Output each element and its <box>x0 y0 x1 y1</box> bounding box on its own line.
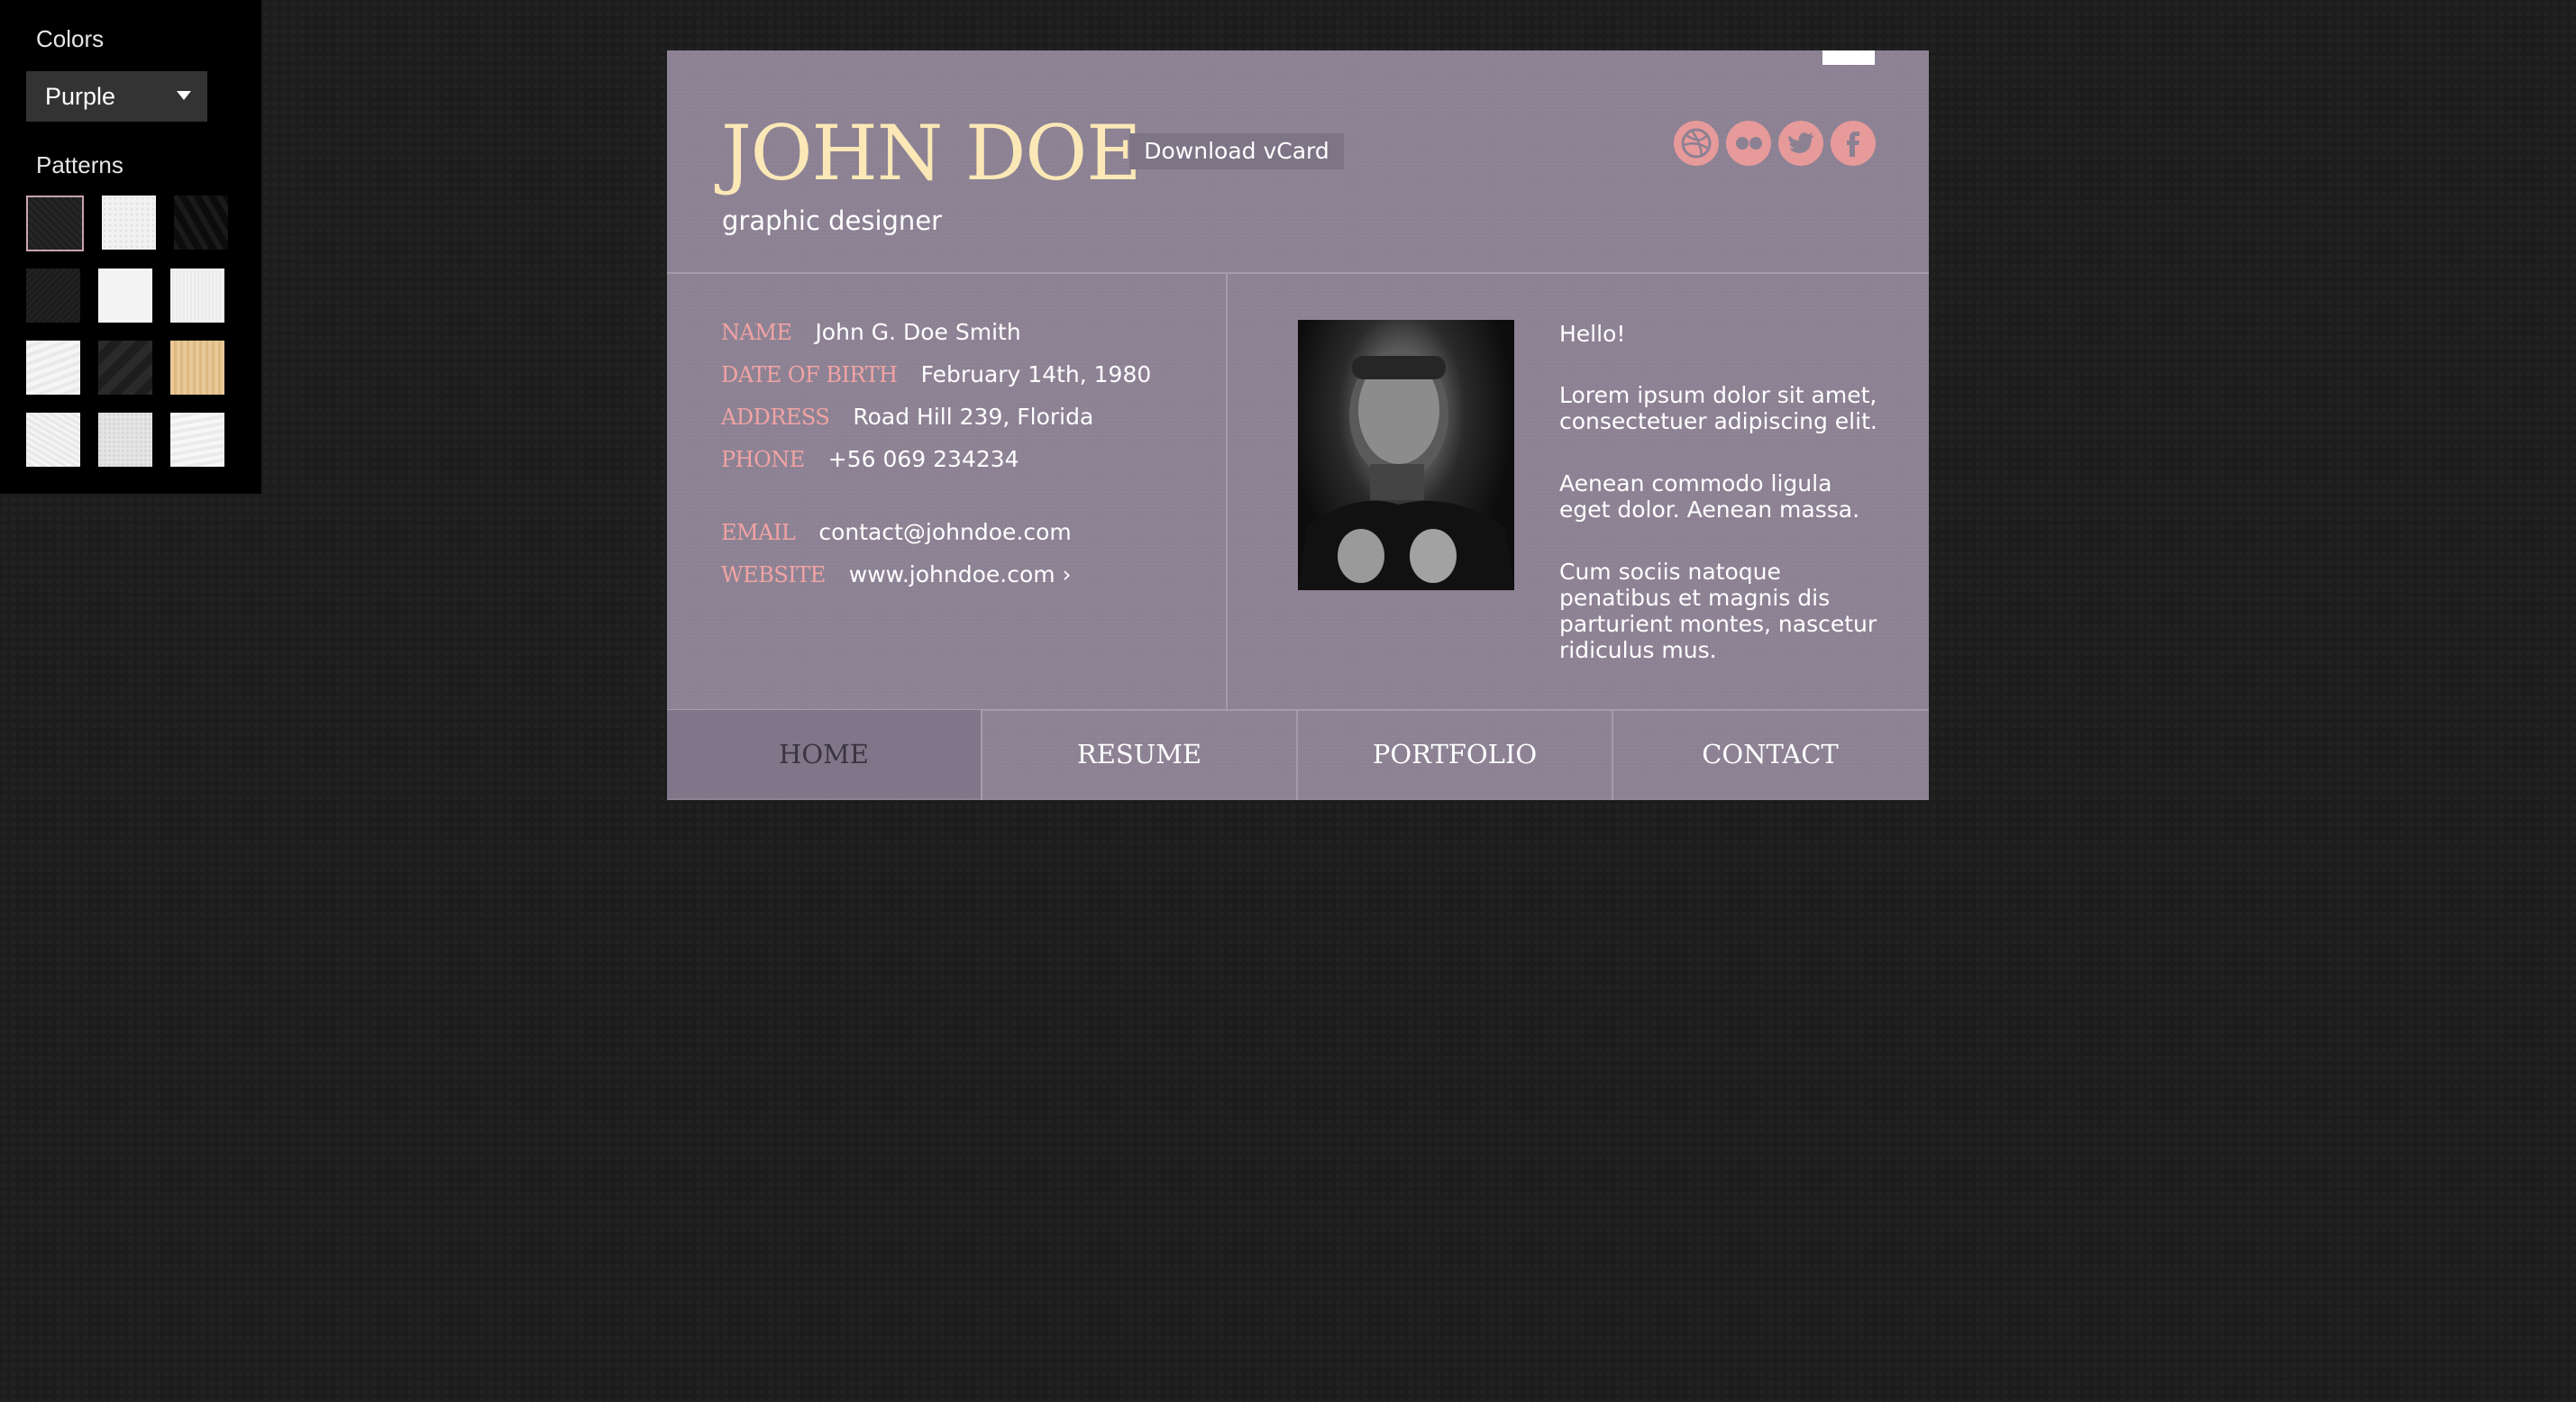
pattern-swatch-light-2[interactable] <box>98 269 152 323</box>
info-value: +56 069 234234 <box>827 446 1019 472</box>
top-tab-marker <box>1822 50 1875 65</box>
nav-home[interactable]: HOME <box>667 710 981 798</box>
pattern-swatch-dark-2[interactable] <box>174 196 228 250</box>
pattern-swatch-light-1[interactable] <box>102 196 156 250</box>
info-row-phone: PHONE +56 069 234234 <box>721 446 1019 472</box>
info-label: DATE OF BIRTH <box>721 362 898 387</box>
website-link[interactable]: www.johndoe.com › <box>849 561 1072 587</box>
info-label: ADDRESS <box>721 405 830 430</box>
nav-portfolio[interactable]: PORTFOLIO <box>1298 710 1612 798</box>
pattern-swatch-dark-3[interactable] <box>26 269 80 323</box>
about-paragraph: Aenean commodo ligula eget dolor. Aenean… <box>1559 470 1860 523</box>
pattern-swatch-light-5[interactable] <box>26 413 80 467</box>
email-link[interactable]: contact@johndoe.com <box>818 519 1071 545</box>
info-label: PHONE <box>721 447 805 472</box>
pattern-swatch-light-7[interactable] <box>170 413 224 467</box>
nav-resume[interactable]: RESUME <box>982 710 1296 798</box>
pattern-swatch-light-4[interactable] <box>26 341 80 395</box>
download-vcard-button[interactable]: Download vCard <box>1129 133 1344 169</box>
info-row-name: NAME John G. Doe Smith <box>721 319 1021 345</box>
info-row-website: WEBSITE www.johndoe.com › <box>721 561 1072 587</box>
patterns-heading: Patterns <box>36 151 123 178</box>
color-select[interactable]: Purple <box>26 71 207 122</box>
colors-heading: Colors <box>36 25 105 52</box>
info-value: February 14th, 1980 <box>920 361 1152 387</box>
info-row-birth: DATE OF BIRTH February 14th, 1980 <box>721 361 1151 387</box>
twitter-icon[interactable] <box>1778 121 1823 166</box>
info-label: EMAIL <box>721 520 796 545</box>
vcard: JOHN DOE graphic designer Download vCard… <box>667 50 1929 800</box>
color-select-value: Purple <box>45 83 116 110</box>
person-role: graphic designer <box>722 205 943 236</box>
info-row-address: ADDRESS Road Hill 239, Florida <box>721 404 1093 430</box>
header-divider <box>667 272 1929 274</box>
pattern-swatch-light-3[interactable] <box>170 269 224 323</box>
info-value: Road Hill 239, Florida <box>853 404 1094 430</box>
pattern-swatch-light-6[interactable] <box>98 413 152 467</box>
facebook-icon[interactable] <box>1831 121 1876 166</box>
column-divider <box>1226 274 1228 710</box>
info-value: John G. Doe Smith <box>815 319 1021 345</box>
profile-photo <box>1298 320 1514 590</box>
info-row-email: EMAIL contact@johndoe.com <box>721 519 1072 545</box>
dribbble-icon[interactable] <box>1674 121 1719 166</box>
info-label: NAME <box>721 320 792 345</box>
pattern-swatch-wood[interactable] <box>170 341 224 395</box>
about-paragraph: Cum sociis natoque penatibus et magnis d… <box>1559 559 1877 663</box>
nav-contact[interactable]: CONTACT <box>1613 710 1927 798</box>
about-paragraph: Lorem ipsum dolor sit amet, consectetuer… <box>1559 382 1877 434</box>
pattern-swatch-dark-1[interactable] <box>26 196 84 251</box>
style-switcher-panel: Colors Purple Patterns <box>0 0 261 494</box>
chevron-down-icon <box>177 91 191 100</box>
flickr-icon[interactable] <box>1726 121 1771 166</box>
person-name: JOHN DOE <box>721 109 1142 197</box>
pattern-swatch-dark-4[interactable] <box>98 341 152 395</box>
info-label: WEBSITE <box>721 562 826 587</box>
about-greeting: Hello! <box>1559 321 1626 347</box>
